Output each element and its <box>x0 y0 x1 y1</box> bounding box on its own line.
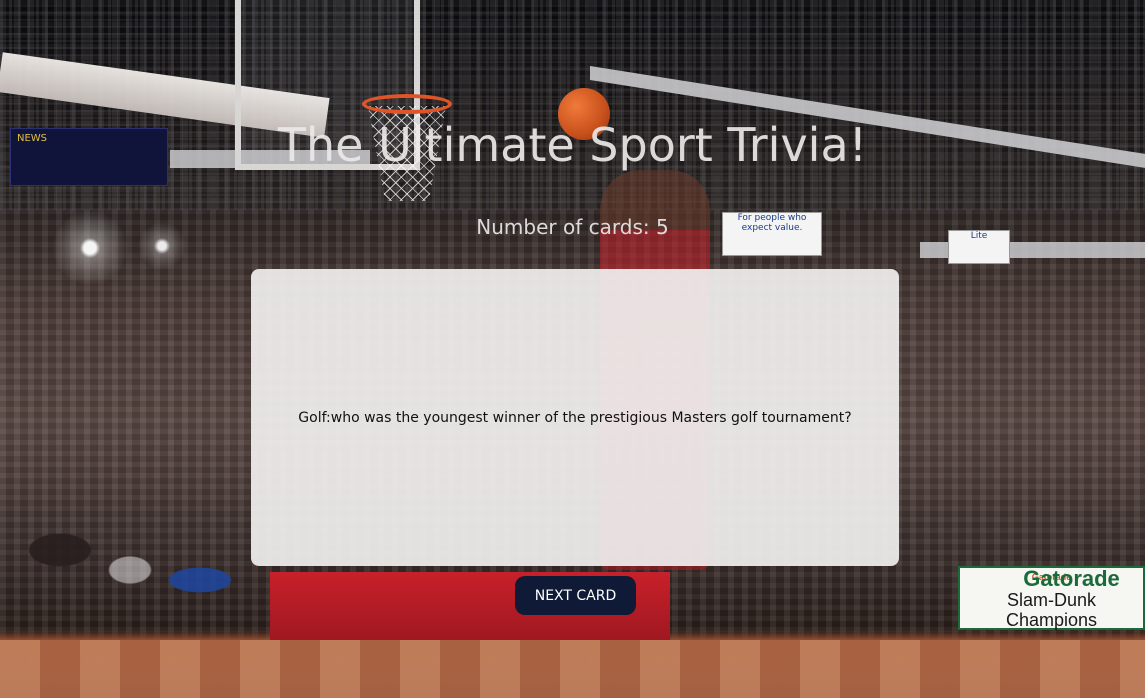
trivia-question: Golf:who was the youngest winner of the … <box>298 409 852 426</box>
gatorade-banner: Gatorade Gatorade Slam-Dunk Champions <box>958 566 1145 630</box>
card-count-value: 5 <box>655 215 669 239</box>
gatorade-banner-subtitle: Slam-Dunk Champions <box>1005 590 1098 630</box>
page-title: The Ultimate Sport Trivia! <box>277 118 868 172</box>
gatorade-banner-title: Gatorade <box>1023 566 1120 591</box>
card-count: Number of cards: 5 <box>0 215 1145 239</box>
card-count-label: Number of cards: <box>476 215 650 239</box>
next-card-button[interactable]: NEXT CARD <box>515 576 636 615</box>
hoop-rim <box>362 94 452 114</box>
courtside-photographers <box>0 510 270 660</box>
court-floor <box>0 640 1145 698</box>
trivia-card[interactable]: Golf:who was the youngest winner of the … <box>251 269 899 566</box>
